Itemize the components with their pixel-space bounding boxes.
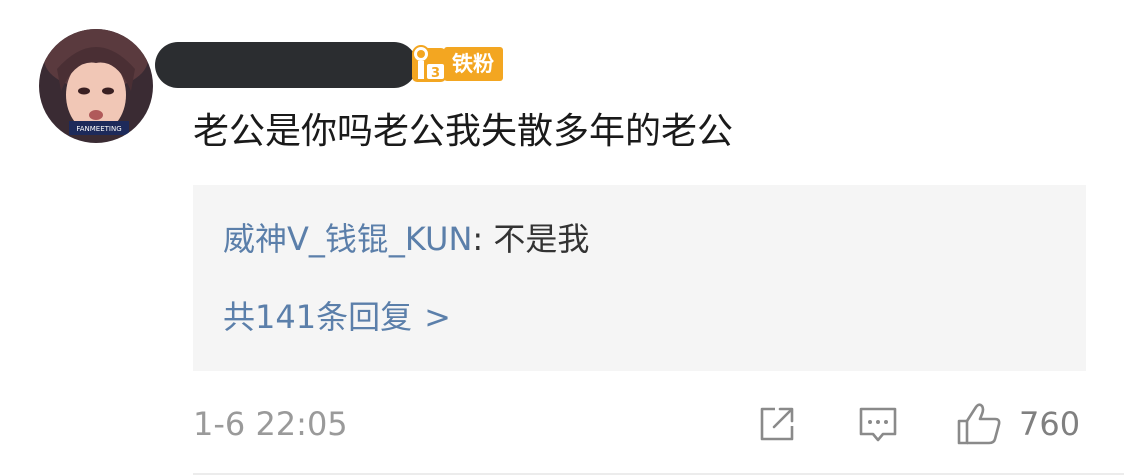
- fan-badge[interactable]: 3 铁粉: [410, 44, 503, 84]
- like-button[interactable]: 760: [955, 400, 1080, 448]
- comment-timestamp: 1-6 22:05: [193, 405, 348, 443]
- view-all-replies-link[interactable]: 共141条回复 >: [223, 293, 451, 341]
- reply-author-link[interactable]: 威神V_钱锟_KUN: [223, 220, 472, 258]
- comment-text: 老公是你吗老公我失散多年的老公: [193, 111, 734, 152]
- divider: [193, 473, 1124, 475]
- view-all-replies-label: 共141条回复: [223, 298, 413, 336]
- share-icon: [760, 407, 794, 441]
- comment-icon: [859, 407, 897, 442]
- username-redacted[interactable]: [155, 42, 417, 88]
- reply-button[interactable]: [857, 400, 899, 448]
- reply-preview[interactable]: 威神V_钱锟_KUN: 不是我 共141条回复 >: [193, 185, 1086, 371]
- reply-line: 威神V_钱锟_KUN: 不是我: [223, 215, 589, 263]
- share-button[interactable]: [756, 400, 798, 448]
- thumbs-up-icon: [957, 403, 1001, 445]
- avatar-caption: FANMEETING: [76, 125, 121, 133]
- chevron-right-icon: >: [424, 298, 451, 336]
- avatar[interactable]: FANMEETING: [39, 29, 153, 143]
- comment-item: FANMEETING 3 铁粉 老公是你吗老公我失散多年的老公 威神V_钱锟_K…: [0, 0, 1124, 476]
- like-count: 760: [1019, 405, 1081, 443]
- fan-badge-label: 铁粉: [444, 47, 503, 81]
- svg-text:3: 3: [431, 66, 440, 81]
- reply-text: 不是我: [493, 220, 590, 258]
- reply-separator: :: [472, 220, 494, 258]
- fan-level-icon: 3: [412, 45, 446, 82]
